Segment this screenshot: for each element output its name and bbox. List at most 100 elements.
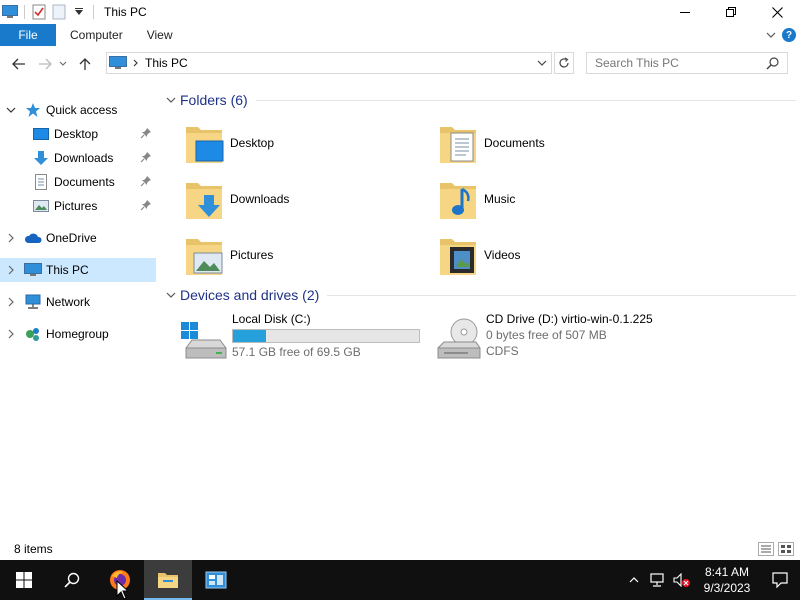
drive-item-local-disk-c[interactable]: Local Disk (C:) 57.1 GB free of 69.5 GB	[180, 312, 420, 364]
breadcrumb-this-pc[interactable]: This PC	[145, 56, 188, 70]
folder-item-videos[interactable]: Videos	[438, 230, 678, 280]
pin-icon[interactable]	[140, 199, 152, 211]
folder-item-documents[interactable]: Documents	[438, 118, 678, 168]
ribbon-tabs: File Computer View ?	[0, 24, 800, 46]
search-box[interactable]	[586, 52, 788, 74]
action-center-button[interactable]	[760, 560, 800, 600]
nav-item-desktop[interactable]: Desktop	[0, 122, 156, 146]
drive-usage-bar	[232, 329, 420, 343]
group-divider	[255, 99, 796, 101]
tab-computer[interactable]: Computer	[58, 24, 135, 46]
group-header-folders[interactable]: Folders (6)	[166, 92, 796, 108]
collapsed-chevron-icon[interactable]	[4, 231, 18, 245]
nav-item-downloads[interactable]: Downloads	[0, 146, 156, 170]
computer-icon	[109, 56, 127, 70]
tab-file[interactable]: File	[0, 24, 56, 46]
address-history-chevron-icon[interactable]	[537, 59, 547, 67]
qat-separator	[93, 5, 94, 19]
cd-drive-icon	[434, 316, 482, 364]
show-hidden-icons-chevron-icon[interactable]	[622, 560, 646, 600]
nav-item-pictures[interactable]: Pictures	[0, 194, 156, 218]
file-explorer-taskbar-button[interactable]	[144, 560, 192, 600]
search-icon[interactable]	[766, 57, 779, 70]
drive-free-space: 0 bytes free of 507 MB	[486, 328, 607, 342]
file-explorer-icon	[158, 573, 178, 588]
new-folder-icon[interactable]	[49, 2, 69, 22]
folder-label: Downloads	[230, 192, 290, 206]
folder-item-pictures[interactable]: Pictures	[184, 230, 424, 280]
nav-label: This PC	[46, 263, 89, 277]
folder-label: Music	[484, 192, 516, 206]
recent-locations-chevron-icon[interactable]	[56, 53, 70, 75]
search-input[interactable]	[587, 56, 757, 70]
nav-label: Quick access	[46, 103, 118, 117]
nav-label: Homegroup	[46, 327, 109, 341]
pictures-folder-icon	[184, 233, 224, 277]
downloads-folder-icon	[184, 177, 224, 221]
close-button[interactable]	[754, 0, 800, 24]
ribbon-right-controls: ?	[766, 24, 796, 46]
folder-item-downloads[interactable]: Downloads	[184, 174, 424, 224]
documents-folder-icon	[438, 121, 478, 165]
system-tray: 8:41 AM 9/3/2023	[622, 560, 800, 600]
view-toggle	[758, 541, 794, 557]
network-icon	[24, 293, 42, 311]
volume-muted-icon[interactable]	[670, 560, 694, 600]
search-taskbar-button[interactable]	[48, 560, 96, 600]
collapse-group-chevron-icon[interactable]	[166, 96, 176, 104]
help-icon[interactable]: ?	[782, 28, 796, 42]
drive-info: CD Drive (D:) virtio-win-0.1.225 0 bytes…	[486, 312, 653, 364]
breadcrumb-separator-icon[interactable]	[133, 59, 139, 67]
folder-item-desktop[interactable]: Desktop	[184, 118, 424, 168]
expanded-chevron-icon[interactable]	[4, 103, 18, 117]
nav-item-documents[interactable]: Documents	[0, 170, 156, 194]
refresh-button[interactable]	[554, 52, 574, 74]
nav-item-homegroup[interactable]: Homegroup	[0, 322, 156, 346]
windows-drive-icon	[180, 316, 228, 364]
folder-label: Documents	[484, 136, 545, 150]
back-button[interactable]	[8, 53, 30, 75]
collapsed-chevron-icon[interactable]	[4, 295, 18, 309]
nav-label: Pictures	[54, 199, 98, 213]
folder-label: Videos	[484, 248, 521, 262]
pin-icon[interactable]	[140, 175, 152, 187]
nav-item-onedrive[interactable]: OneDrive	[0, 226, 156, 250]
pin-icon[interactable]	[140, 127, 152, 139]
forward-button[interactable]	[34, 53, 56, 75]
address-bar[interactable]: This PC	[106, 52, 552, 74]
group-header-devices[interactable]: Devices and drives (2)	[166, 287, 796, 303]
tab-view[interactable]: View	[135, 24, 185, 46]
this-pc-icon[interactable]	[0, 2, 20, 22]
mouse-cursor-icon	[116, 580, 128, 600]
minimize-button[interactable]	[662, 0, 708, 24]
expand-ribbon-chevron-icon[interactable]	[766, 31, 776, 39]
customize-toolbar-chevron-icon[interactable]	[69, 2, 89, 22]
start-button[interactable]	[0, 560, 48, 600]
nav-item-quick-access[interactable]: Quick access	[0, 98, 156, 122]
drive-file-system: CDFS	[486, 344, 519, 358]
restore-button[interactable]	[708, 0, 754, 24]
nav-item-network[interactable]: Network	[0, 290, 156, 314]
pin-icon[interactable]	[140, 151, 152, 163]
server-manager-taskbar-button[interactable]	[192, 560, 240, 600]
network-status-icon[interactable]	[646, 560, 670, 600]
taskbar-clock[interactable]: 8:41 AM 9/3/2023	[694, 564, 760, 596]
drive-usage-fill	[233, 330, 267, 342]
large-icons-view-icon[interactable]	[778, 541, 794, 557]
collapsed-chevron-icon[interactable]	[4, 263, 18, 277]
up-button[interactable]	[74, 53, 96, 75]
details-view-icon[interactable]	[758, 541, 774, 557]
collapse-group-chevron-icon[interactable]	[166, 291, 176, 299]
server-manager-icon	[205, 571, 227, 589]
drive-item-cd-drive-d[interactable]: CD Drive (D:) virtio-win-0.1.225 0 bytes…	[434, 312, 653, 364]
folder-label: Pictures	[230, 248, 274, 262]
nav-item-this-pc[interactable]: This PC	[0, 258, 156, 282]
drive-name: Local Disk (C:)	[232, 312, 311, 326]
properties-icon[interactable]	[29, 2, 49, 22]
group-divider	[327, 294, 796, 296]
status-bar: 8 items	[0, 538, 800, 560]
pictures-icon	[32, 197, 50, 215]
group-title: Devices and drives (2)	[180, 287, 320, 303]
collapsed-chevron-icon[interactable]	[4, 327, 18, 341]
folder-item-music[interactable]: Music	[438, 174, 678, 224]
